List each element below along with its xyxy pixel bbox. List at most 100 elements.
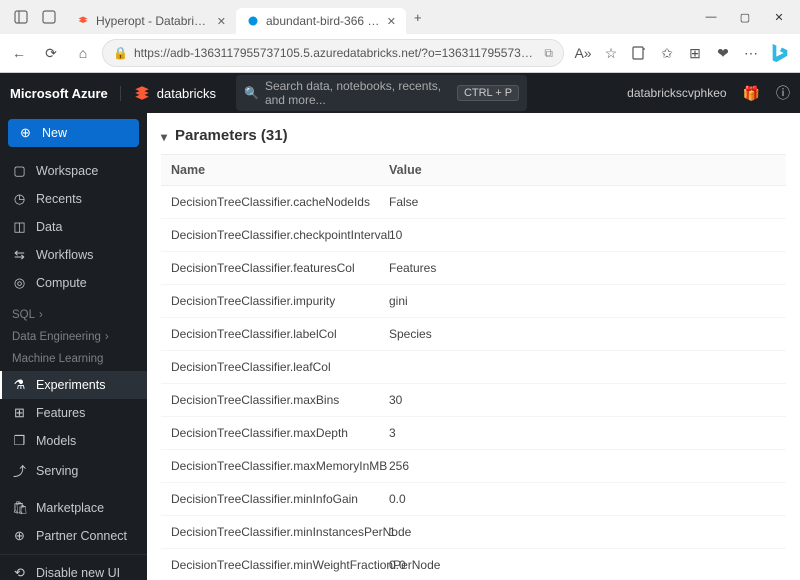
tab-title: Hyperopt - Databricks (96, 14, 211, 28)
sidebar-icon: 🛍 (12, 500, 27, 516)
sidebar-icon: ◫ (12, 219, 27, 235)
param-value: 0.0 (379, 549, 786, 580)
table-row[interactable]: DecisionTreeClassifier.minInfoGain0.0 (161, 483, 786, 516)
bing-icon[interactable] (766, 39, 794, 67)
param-value: 1 (379, 516, 786, 548)
favorite-icon[interactable]: ☆ (598, 40, 624, 66)
sidebar-item-serving[interactable]: ⤴Serving (0, 455, 147, 486)
brand-azure: Microsoft Azure (10, 86, 121, 101)
sidebar-label: Marketplace (36, 501, 104, 515)
table-row[interactable]: DecisionTreeClassifier.maxBins30 (161, 384, 786, 417)
param-value: Features (379, 252, 786, 284)
url-input[interactable]: 🔒 https://adb-1363117955737105.5.azureda… (102, 39, 564, 67)
param-name: DecisionTreeClassifier.minInfoGain (161, 483, 379, 515)
sidebar-item-workflows[interactable]: ⇆ Workflows (0, 241, 147, 269)
nav-home[interactable]: ⌂ (70, 40, 96, 66)
window-close[interactable]: ✕ (762, 3, 796, 31)
sidebar-label: Partner Connect (36, 529, 127, 543)
tab-title: abundant-bird-366 - MLflow Run (266, 14, 381, 28)
param-value (379, 351, 786, 383)
section-title: Parameters (31) (175, 127, 288, 144)
favorites-bar-icon[interactable]: ✩ (654, 40, 680, 66)
sidebar-icon: ▢ (12, 163, 27, 179)
table-row[interactable]: DecisionTreeClassifier.labelColSpecies (161, 318, 786, 351)
sidebar-section-data-eng[interactable]: Data Engineering › (0, 323, 147, 345)
sidebar-icon: ⇆ (12, 247, 27, 263)
table-row[interactable]: DecisionTreeClassifier.minInstancesPerNo… (161, 516, 786, 549)
collections-icon[interactable] (626, 40, 652, 66)
nav-back[interactable]: ← (6, 40, 32, 66)
sidebar-item-models[interactable]: ❒Models (0, 427, 147, 455)
sidebar-footer-disable-new-ui[interactable]: ⟲Disable new UI (0, 559, 147, 580)
more-icon[interactable]: ⋯ (738, 40, 764, 66)
sidebar-label: Workspace (36, 164, 98, 178)
heart-icon[interactable]: ❤ (710, 40, 736, 66)
sidebar-label: Workflows (36, 248, 93, 262)
sidebar-item-recents[interactable]: ◷Recents (0, 185, 147, 213)
param-name: DecisionTreeClassifier.maxMemoryInMB (161, 450, 379, 482)
table-row[interactable]: DecisionTreeClassifier.maxDepth3 (161, 417, 786, 450)
plus-icon: ⊕ (18, 125, 33, 141)
table-header-row: Name Value (161, 154, 786, 186)
param-name: DecisionTreeClassifier.impurity (161, 285, 379, 317)
lock-icon: 🔒 (113, 46, 128, 60)
param-name: DecisionTreeClassifier.checkpointInterva… (161, 219, 379, 251)
table-row[interactable]: DecisionTreeClassifier.maxMemoryInMB256 (161, 450, 786, 483)
sidebar-item-features[interactable]: ⊞ Features (0, 399, 147, 427)
sidebar-item-compute[interactable]: ◎Compute (0, 269, 147, 297)
extensions-icon[interactable]: ⊞ (682, 40, 708, 66)
param-value: 0.0 (379, 483, 786, 515)
table-row[interactable]: DecisionTreeClassifier.leafCol (161, 351, 786, 384)
table-row[interactable]: DecisionTreeClassifier.impuritygini (161, 285, 786, 318)
sidebar-item-data[interactable]: ◫ Data (0, 213, 147, 241)
sidebar-item-marketplace[interactable]: 🛍 Marketplace (0, 494, 147, 522)
tab-favicon (76, 14, 90, 28)
browser-tab[interactable]: Hyperopt - Databricks ✕ (66, 8, 236, 34)
chevron-down-icon: ▾ (161, 130, 167, 144)
param-name: DecisionTreeClassifier.cacheNodeIds (161, 186, 379, 218)
sidebar-label: Data (36, 220, 62, 234)
browser-chrome: Hyperopt - Databricks✕abundant-bird-366 … (0, 0, 800, 73)
sidebar-label: Experiments (36, 378, 105, 392)
sidebar-item-partner-connect[interactable]: ⊕Partner Connect (0, 522, 147, 550)
nav-refresh[interactable]: ⟳ (38, 40, 64, 66)
parameters-table: Name Value DecisionTreeClassifier.cacheN… (161, 154, 786, 580)
table-row[interactable]: DecisionTreeClassifier.featuresColFeatur… (161, 252, 786, 285)
sidebar-label: Features (36, 406, 85, 420)
table-row[interactable]: DecisionTreeClassifier.cacheNodeIdsFalse (161, 186, 786, 219)
gift-icon[interactable]: 🎁 (743, 85, 760, 102)
param-name: DecisionTreeClassifier.minWeightFraction… (161, 549, 379, 580)
reader-icon[interactable]: ⧉ (544, 46, 553, 61)
window-maximize[interactable]: ▢ (728, 3, 762, 31)
sidebar-icon: ⊞ (12, 405, 27, 421)
global-search[interactable]: 🔍 Search data, notebooks, recents, and m… (236, 75, 527, 111)
param-name: DecisionTreeClassifier.leafCol (161, 351, 379, 383)
param-name: DecisionTreeClassifier.maxBins (161, 384, 379, 416)
param-value: 30 (379, 384, 786, 416)
column-header-value[interactable]: Value (379, 155, 786, 185)
table-row[interactable]: DecisionTreeClassifier.checkpointInterva… (161, 219, 786, 252)
sidebar-section-sql[interactable]: SQL › (0, 301, 147, 323)
sidebar-icon: ◎ (12, 275, 27, 291)
read-aloud-icon[interactable]: A» (570, 40, 596, 66)
browser-tab[interactable]: abundant-bird-366 - MLflow Run ✕ (236, 8, 406, 34)
brand-databricks[interactable]: databricks (121, 84, 228, 102)
chevron-right-icon: › (39, 309, 43, 321)
tab-close-icon[interactable]: ✕ (217, 15, 226, 28)
account-name[interactable]: databrickscvphkeo (627, 86, 726, 100)
sidebar-item-workspace[interactable]: ▢ Workspace (0, 157, 147, 185)
column-header-name[interactable]: Name (161, 155, 379, 185)
window-minimize[interactable]: — (694, 3, 728, 31)
tab-panel2-icon[interactable] (38, 6, 60, 28)
tab-panel-icon[interactable] (10, 6, 32, 28)
param-name: DecisionTreeClassifier.maxDepth (161, 417, 379, 449)
parameters-section-header[interactable]: ▾ Parameters (31) (161, 123, 786, 154)
new-button[interactable]: ⊕ New (8, 119, 139, 147)
help-icon[interactable]: ⓘ (776, 83, 790, 103)
tab-close-icon[interactable]: ✕ (387, 15, 396, 28)
sidebar-item-experiments[interactable]: ⚗Experiments (0, 371, 147, 399)
param-value: Species (379, 318, 786, 350)
new-tab-button[interactable]: + (406, 6, 430, 29)
search-placeholder: Search data, notebooks, recents, and mor… (265, 79, 445, 107)
table-row[interactable]: DecisionTreeClassifier.minWeightFraction… (161, 549, 786, 580)
